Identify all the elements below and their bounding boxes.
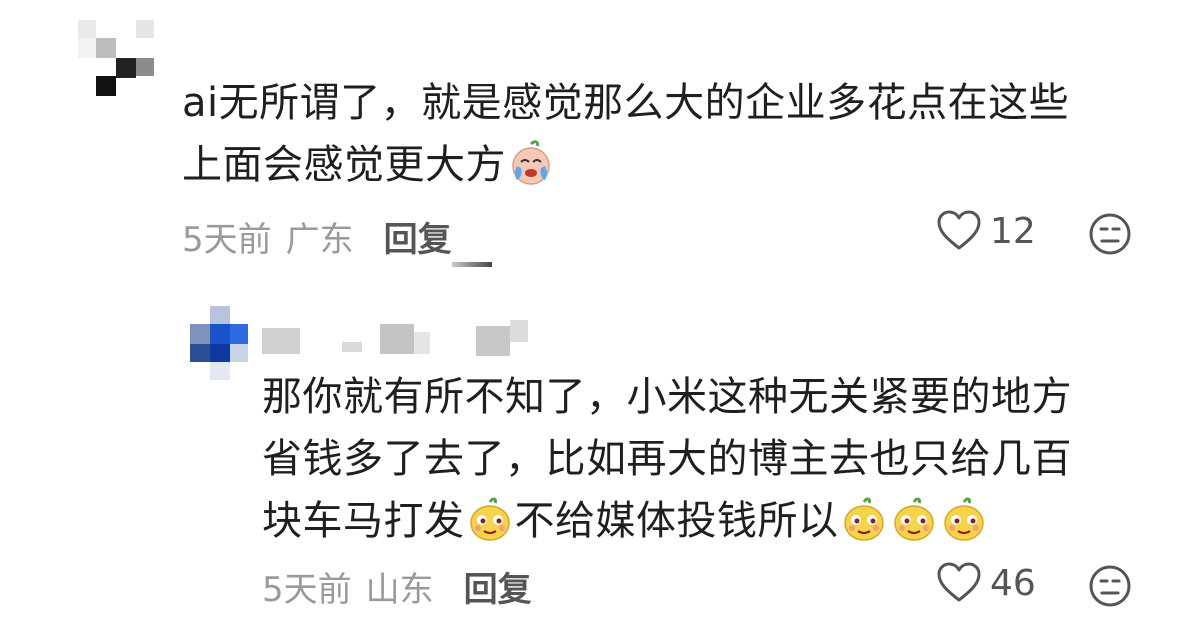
comment-time: 5天前 xyxy=(262,570,352,610)
smirk-face-emoji-icon xyxy=(893,497,934,541)
username-pixelated[interactable] xyxy=(262,320,532,360)
comment-location: 广东 xyxy=(285,220,354,260)
reply-underline-mark xyxy=(452,262,492,267)
avatar-pixel xyxy=(230,344,248,362)
avatar-pixel xyxy=(136,58,154,76)
avatar-pixel xyxy=(78,38,96,58)
avatar-pixelated[interactable] xyxy=(78,20,154,96)
avatar-pixelated[interactable] xyxy=(190,306,250,380)
username-pixel xyxy=(342,342,362,352)
avatar-pixel xyxy=(78,20,96,38)
avatar-pixel xyxy=(210,362,230,380)
avatar-pixel xyxy=(116,58,136,78)
smirk-face-emoji-icon xyxy=(843,497,884,541)
avatar-pixel xyxy=(210,306,230,324)
comment-time: 5天前 xyxy=(182,220,272,260)
comment-location: 山东 xyxy=(365,570,434,610)
crying-face-emoji-icon xyxy=(512,140,550,185)
username-pixel xyxy=(262,328,300,354)
like-count: 46 xyxy=(990,562,1036,604)
meh-face-icon[interactable] xyxy=(1088,564,1132,608)
like-count: 12 xyxy=(990,210,1036,252)
heart-outline-icon xyxy=(937,210,981,250)
like-button[interactable]: 46 xyxy=(936,562,1036,604)
comment-line: 省钱多了去了，比如再大的博主去也只给几百 xyxy=(262,436,1072,482)
username-pixel xyxy=(476,326,510,356)
smirk-face-emoji-icon xyxy=(469,497,510,541)
username-pixel xyxy=(380,324,414,354)
username-pixel xyxy=(414,332,430,354)
reply-text: 那你就有所不知了，小米这种无关紧要的地方 省钱多了去了，比如再大的博主去也只给几… xyxy=(262,366,1072,552)
reply-button[interactable]: 回复 xyxy=(464,562,532,611)
heart-outline-icon xyxy=(937,562,981,602)
comment-line: 上面会感觉更大方 xyxy=(182,142,506,188)
smirk-face-emoji-icon xyxy=(943,497,984,541)
like-button[interactable]: 12 xyxy=(936,210,1036,252)
avatar-pixel xyxy=(190,344,210,362)
comment-line: ai无所谓了，就是感觉那么大的企业多花点在这些 xyxy=(182,80,1070,126)
avatar-pixel xyxy=(210,344,230,362)
avatar-pixel xyxy=(96,38,116,58)
reply-meta: 5天前 山东 回复 xyxy=(262,562,532,611)
avatar-pixel xyxy=(230,324,248,344)
avatar-pixel xyxy=(210,324,230,344)
comment-text: ai无所谓了，就是感觉那么大的企业多花点在这些 上面会感觉更大方 xyxy=(182,72,1069,196)
meh-face-icon[interactable] xyxy=(1088,212,1132,256)
comment-line: 块车马打发 xyxy=(262,498,465,544)
avatar-pixel xyxy=(190,324,210,344)
comment-line: 不给媒体投钱所以 xyxy=(514,498,839,544)
comment-line: 那你就有所不知了，小米这种无关紧要的地方 xyxy=(262,374,1072,420)
avatar-pixel xyxy=(136,20,154,38)
comment-meta: 5天前 广东 回复 xyxy=(182,212,452,261)
avatar-pixel xyxy=(96,76,116,96)
reply-button[interactable]: 回复 xyxy=(384,212,452,261)
username-pixel xyxy=(510,320,528,342)
